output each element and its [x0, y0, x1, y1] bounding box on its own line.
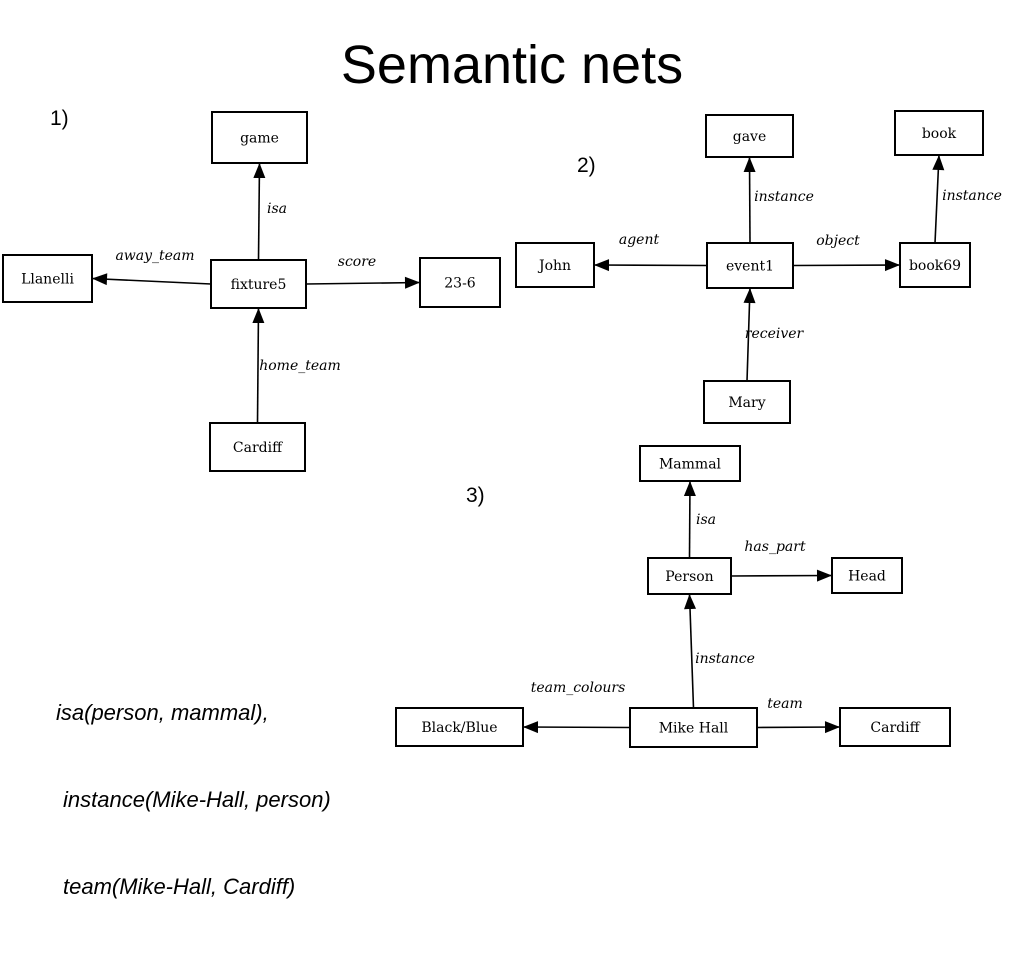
- arrowhead-icon: [932, 155, 945, 171]
- node-book69[interactable]: book69: [899, 242, 971, 288]
- edge-mary-to-event1: receiver: [743, 287, 805, 382]
- prolog-line-isa: isa(person, mammal),: [56, 700, 269, 726]
- edge-label-isa: isa: [696, 512, 716, 528]
- node-label-head: Head: [848, 569, 886, 585]
- arrowhead-icon: [816, 569, 832, 582]
- edge-label-agent: agent: [619, 232, 660, 248]
- node-mary[interactable]: Mary: [703, 380, 791, 424]
- node-blackblue[interactable]: Black/Blue: [395, 707, 524, 747]
- edge-line: [305, 281, 421, 285]
- node-label-game: game: [240, 131, 279, 147]
- edge-label-away_team: away_team: [115, 248, 194, 264]
- arrowhead-icon: [253, 163, 266, 179]
- prolog-statements: isa(person, mammal), instance(Mike-Hall,…: [56, 640, 331, 959]
- node-head[interactable]: Head: [831, 557, 903, 594]
- arrowhead-icon: [683, 481, 696, 497]
- diagram-group-1: isa away_team score home_team game Llanelli fi…: [2, 111, 501, 472]
- node-book[interactable]: book: [894, 110, 984, 156]
- node-label-mammal: Mammal: [659, 457, 722, 473]
- node-game[interactable]: game: [211, 111, 308, 164]
- arrowhead-icon: [594, 259, 610, 272]
- edge-fixture5-to-llanelli: away_team: [91, 248, 212, 286]
- node-label-book69: book69: [909, 258, 961, 274]
- arrowhead-icon: [252, 308, 265, 324]
- edge-label-receiver: receiver: [745, 326, 805, 342]
- arrowhead-icon: [743, 288, 756, 304]
- node-mammal[interactable]: Mammal: [639, 445, 741, 482]
- edge-label-instance: instance: [695, 651, 755, 667]
- slide-canvas: Semantic nets 1) 2) 3) isa away_team score…: [0, 0, 1024, 899]
- node-cardiff3[interactable]: Cardiff: [839, 707, 951, 747]
- node-label-event1: event1: [726, 259, 774, 275]
- edge-fixture5-to-score236: score: [305, 254, 421, 289]
- arrowhead-icon: [684, 594, 697, 610]
- node-person[interactable]: Person: [647, 557, 732, 595]
- edge-line: [522, 726, 631, 729]
- edge-event1-to-gave: instance: [743, 156, 814, 244]
- diagram-group-3: isa has_part instance team_coloursteam Mamma…: [395, 445, 951, 748]
- edge-label-team: team: [767, 696, 803, 712]
- arrowhead-icon: [884, 259, 900, 272]
- node-mikehall[interactable]: Mike Hall: [629, 707, 758, 748]
- edge-event1-to-book69: object: [792, 233, 901, 272]
- node-label-fixture5: fixture5: [231, 277, 287, 293]
- edge-label-instance: instance: [754, 189, 814, 205]
- diagram-group-2: instance instance agent object receiver gave b…: [515, 110, 1002, 424]
- edge-label-has_part: has_part: [744, 539, 806, 555]
- edge-label-score: score: [338, 254, 376, 270]
- edge-mikehall-to-person: instance: [684, 593, 755, 709]
- edge-mikehall-to-cardiff3: team: [756, 696, 841, 734]
- node-fixture5[interactable]: fixture5: [210, 259, 307, 309]
- edge-line: [593, 264, 708, 267]
- edge-person-to-mammal: isa: [683, 480, 716, 559]
- edge-label-object: object: [816, 233, 860, 249]
- node-label-john: John: [537, 258, 571, 274]
- node-llanelli[interactable]: Llanelli: [2, 254, 93, 303]
- arrowhead-icon: [824, 721, 840, 734]
- node-label-llanelli: Llanelli: [21, 272, 74, 288]
- node-label-book: book: [922, 126, 957, 142]
- prolog-line-team: team(Mike-Hall, Cardiff): [63, 874, 296, 900]
- edge-person-to-head: has_part: [730, 539, 833, 582]
- node-score236[interactable]: 23-6: [419, 257, 501, 308]
- edge-event1-to-john: agent: [593, 232, 708, 272]
- arrowhead-icon: [92, 273, 108, 286]
- edge-fixture5-to-game: isa: [253, 162, 287, 261]
- node-label-gave: gave: [733, 129, 767, 145]
- edge-line: [91, 277, 212, 285]
- arrowhead-icon: [743, 157, 756, 173]
- edge-label-isa: isa: [267, 201, 287, 217]
- node-gave[interactable]: gave: [705, 114, 794, 158]
- node-john[interactable]: John: [515, 242, 595, 288]
- node-label-mikehall: Mike Hall: [659, 721, 729, 737]
- edge-label-home_team: home_team: [259, 358, 341, 374]
- edge-book69-to-book: instance: [932, 154, 1002, 244]
- node-cardiff1[interactable]: Cardiff: [209, 422, 306, 472]
- node-event1[interactable]: event1: [706, 242, 794, 289]
- edge-label-instance: instance: [942, 188, 1002, 204]
- node-label-person: Person: [665, 569, 713, 585]
- edge-mikehall-to-blackblue: team_colours: [522, 680, 631, 734]
- node-label-blackblue: Black/Blue: [421, 720, 497, 736]
- prolog-line-instance: instance(Mike-Hall, person): [63, 787, 331, 813]
- edge-cardiff1-to-fixture5: home_team: [252, 307, 341, 424]
- edge-line: [792, 264, 901, 267]
- arrowhead-icon: [523, 721, 539, 734]
- node-label-cardiff1: Cardiff: [233, 440, 283, 456]
- node-label-score236: 23-6: [444, 276, 476, 292]
- edge-line: [688, 593, 695, 709]
- node-label-cardiff3: Cardiff: [870, 720, 920, 736]
- edge-line: [730, 574, 833, 577]
- arrowhead-icon: [404, 276, 420, 289]
- node-label-mary: Mary: [728, 395, 765, 411]
- edge-label-team_colours: team_colours: [531, 680, 626, 696]
